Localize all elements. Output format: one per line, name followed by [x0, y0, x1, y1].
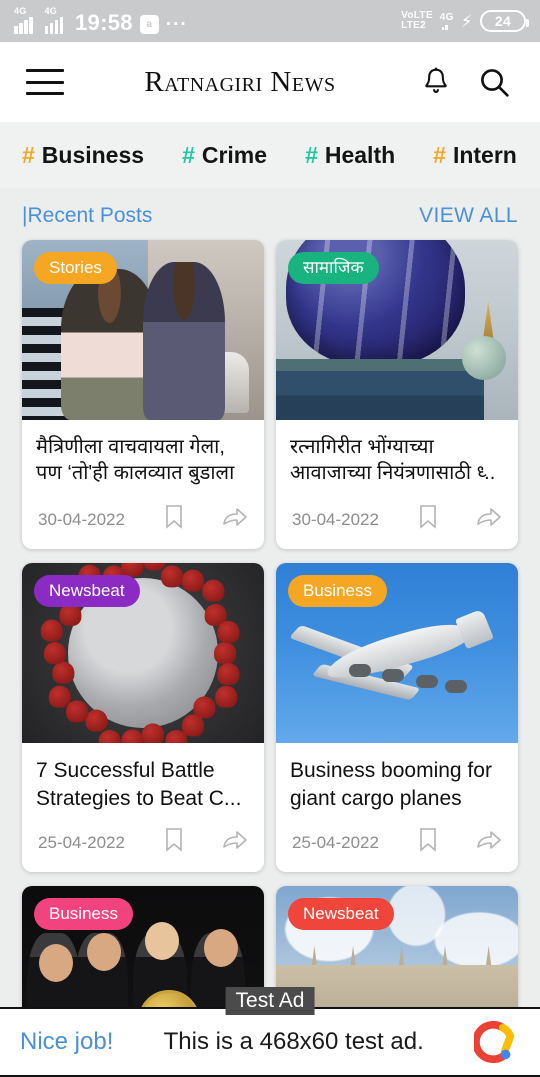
post-date: 25-04-2022 — [38, 832, 125, 852]
post-thumbnail: Business — [276, 563, 518, 743]
hash-icon: # — [22, 141, 35, 168]
mobile-data-label: 4G — [439, 11, 454, 23]
post-actions — [164, 827, 248, 858]
post-headline: 7 Successful Battle Strategies to Beat C… — [36, 759, 242, 810]
post-card-body: 7 Successful Battle Strategies to Beat C… — [22, 743, 264, 872]
bookmark-icon[interactable] — [164, 827, 184, 858]
status-bar-right: VoLTE LTE2 4G ⚡ 24 — [401, 10, 529, 32]
tag-label: Health — [324, 141, 396, 168]
post-card[interactable]: Business Business booming for giant carg… — [276, 563, 518, 872]
section-title: |Recent Posts — [22, 204, 152, 228]
notification-bell-icon[interactable] — [416, 62, 456, 102]
category-badge[interactable]: Newsbeat — [288, 898, 394, 930]
tag-label: Crime — [201, 141, 268, 168]
ad-label-badge: Test Ad — [225, 987, 315, 1015]
post-actions — [164, 504, 248, 535]
bookmark-icon[interactable] — [418, 504, 438, 535]
post-card[interactable]: Stories मैत्रिणीला वाचवायला गेला, पण ‘तो… — [22, 240, 264, 549]
view-all-button[interactable]: VIEW ALL — [419, 204, 518, 228]
section-title-text: Recent Posts — [27, 204, 153, 227]
search-icon[interactable] — [474, 62, 514, 102]
share-icon[interactable] — [222, 505, 248, 534]
ad-cta-text[interactable]: Nice job! — [20, 1028, 113, 1056]
app-bar: Ratnagiri News — [0, 42, 540, 122]
post-card[interactable]: Newsbeat 7 Successful Battle Strategies … — [22, 563, 264, 872]
post-meta: 25-04-2022 — [36, 813, 250, 862]
post-thumbnail: सामाजिक — [276, 240, 518, 420]
category-badge[interactable]: सामाजिक — [288, 252, 379, 284]
post-meta: 25-04-2022 — [290, 813, 504, 862]
post-meta: 30-04-2022 — [290, 490, 504, 539]
post-actions — [418, 827, 502, 858]
bookmark-icon[interactable] — [418, 827, 438, 858]
post-meta: 30-04-2022 — [36, 490, 250, 539]
signal-network-label-sim1: 4G — [14, 6, 27, 16]
tag-health[interactable]: # Health — [305, 142, 395, 169]
category-badge[interactable]: Newsbeat — [34, 575, 140, 607]
post-card[interactable]: सामाजिक रत्नागिरीत भोंग्याच्या आवाजाच्या… — [276, 240, 518, 549]
category-badge[interactable]: Business — [34, 898, 133, 930]
hash-icon: # — [305, 141, 318, 168]
tag-international[interactable]: # Intern — [433, 142, 517, 169]
tag-label: Business — [41, 141, 145, 168]
ad-banner[interactable]: Test Ad Nice job! This is a 468x60 test … — [0, 987, 540, 1077]
category-tag-bar[interactable]: # Business # Crime # Health # Intern — [0, 122, 540, 188]
signal-strength-icon-sim2: 4G — [44, 6, 69, 34]
post-card-body: मैत्रिणीला वाचवायला गेला, पण ‘तो'ही कालव… — [22, 420, 264, 549]
page-title: Ratnagiri News — [144, 65, 336, 98]
post-card-body: रत्नागिरीत भोंग्याच्या आवाजाच्या नियंत्र… — [276, 420, 518, 549]
share-icon[interactable] — [476, 828, 502, 857]
post-headline: मैत्रिणीला वाचवायला गेला, पण ‘तो'ही कालव… — [36, 436, 235, 485]
battery-indicator: 24 — [480, 10, 529, 32]
mobile-data-bars — [441, 24, 448, 30]
category-badge[interactable]: Stories — [34, 252, 117, 284]
alarm-icon: a — [139, 15, 159, 34]
signal-network-label-sim2: 4G — [44, 6, 58, 16]
post-headline: रत्नागिरीत भोंग्याच्या आवाजाच्या नियंत्र… — [290, 436, 496, 485]
post-thumbnail: Newsbeat — [22, 563, 264, 743]
post-grid: Stories मैत्रिणीला वाचवायला गेला, पण ‘तो… — [0, 240, 540, 1077]
bookmark-icon[interactable] — [164, 504, 184, 535]
tag-business[interactable]: # Business — [22, 142, 144, 169]
charging-bolt-icon: ⚡ — [460, 11, 473, 31]
mobile-data-icon: 4G — [439, 11, 454, 30]
post-date: 25-04-2022 — [292, 832, 379, 852]
admob-logo-icon — [474, 1020, 515, 1064]
hamburger-menu-icon[interactable] — [26, 69, 64, 95]
hash-icon: # — [182, 141, 195, 168]
post-thumbnail: Stories — [22, 240, 264, 420]
volte-line-2: LTE2 — [401, 20, 427, 31]
tag-crime[interactable]: # Crime — [182, 142, 267, 169]
status-bar-left: 4G 4G 19:58 a ··· — [14, 6, 188, 35]
post-card-body: Business booming for giant cargo planes … — [276, 743, 518, 872]
share-icon[interactable] — [222, 828, 248, 857]
app-screen: 4G 4G 19:58 a ··· VoLTE LTE2 4G ⚡ 24 Rat… — [0, 0, 540, 1077]
volte-indicator: VoLTE LTE2 — [401, 11, 433, 31]
signal-strength-icon-sim1: 4G — [14, 6, 38, 34]
category-badge[interactable]: Business — [288, 575, 387, 607]
status-bar: 4G 4G 19:58 a ··· VoLTE LTE2 4G ⚡ 24 — [0, 0, 540, 42]
post-headline: Business booming for giant cargo planes — [290, 759, 492, 810]
status-bar-clock: 19:58 — [75, 10, 133, 35]
share-icon[interactable] — [476, 505, 502, 534]
tag-label: Intern — [452, 141, 517, 168]
ad-body-text: This is a 468x60 test ad. — [163, 1028, 424, 1055]
status-overflow-icon: ··· — [165, 14, 188, 35]
section-header: |Recent Posts VIEW ALL — [0, 188, 540, 240]
hash-icon: # — [433, 141, 446, 168]
post-date: 30-04-2022 — [292, 509, 379, 529]
post-date: 30-04-2022 — [38, 509, 125, 529]
post-actions — [418, 504, 502, 535]
